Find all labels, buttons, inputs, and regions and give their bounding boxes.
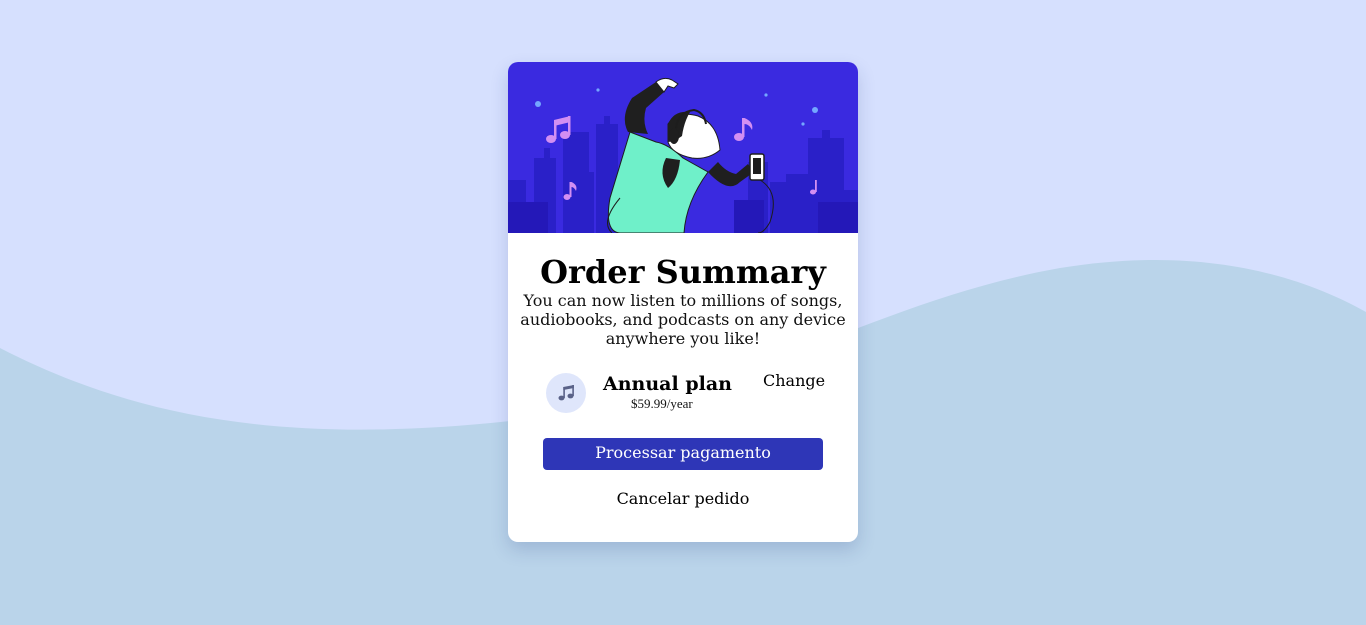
hero-illustration — [508, 62, 858, 233]
plan-price: $59.99/year — [631, 396, 693, 411]
order-summary-card: Order Summary You can now listen to mill… — [508, 62, 858, 542]
cancel-order-button[interactable]: Cancelar pedido — [543, 488, 823, 510]
change-plan-link[interactable]: Change — [763, 371, 825, 391]
page-title: Order Summary — [540, 253, 826, 291]
plan-row: Annual plan $59.99/year Change — [546, 371, 826, 413]
music-note-icon — [546, 373, 586, 413]
plan-name: Annual plan — [603, 373, 732, 395]
process-payment-button[interactable]: Processar pagamento — [543, 438, 823, 470]
order-description: You can now listen to millions of songs,… — [520, 291, 846, 348]
